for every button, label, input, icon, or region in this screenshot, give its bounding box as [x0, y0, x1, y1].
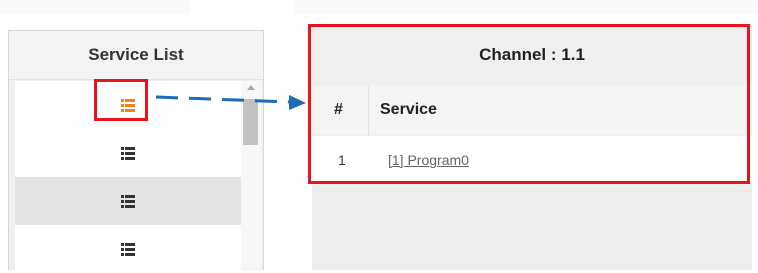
scrollbar[interactable] [241, 81, 261, 271]
highlight-box-channel-panel [308, 24, 750, 184]
list-icon [121, 146, 135, 160]
service-list-title: Service List [9, 31, 263, 80]
list-icon [121, 194, 135, 208]
top-tab [190, 0, 294, 14]
service-list-item[interactable] [15, 177, 241, 225]
panel-background [312, 186, 752, 270]
scroll-thumb[interactable] [243, 99, 258, 145]
service-list-item[interactable] [15, 225, 241, 273]
top-bar [0, 0, 758, 14]
scroll-up-arrow-icon[interactable] [241, 81, 261, 93]
service-list-item[interactable] [15, 129, 241, 177]
list-icon [121, 242, 135, 256]
highlight-box-selected-icon [94, 79, 148, 121]
service-list-panel: Service List [8, 30, 264, 273]
